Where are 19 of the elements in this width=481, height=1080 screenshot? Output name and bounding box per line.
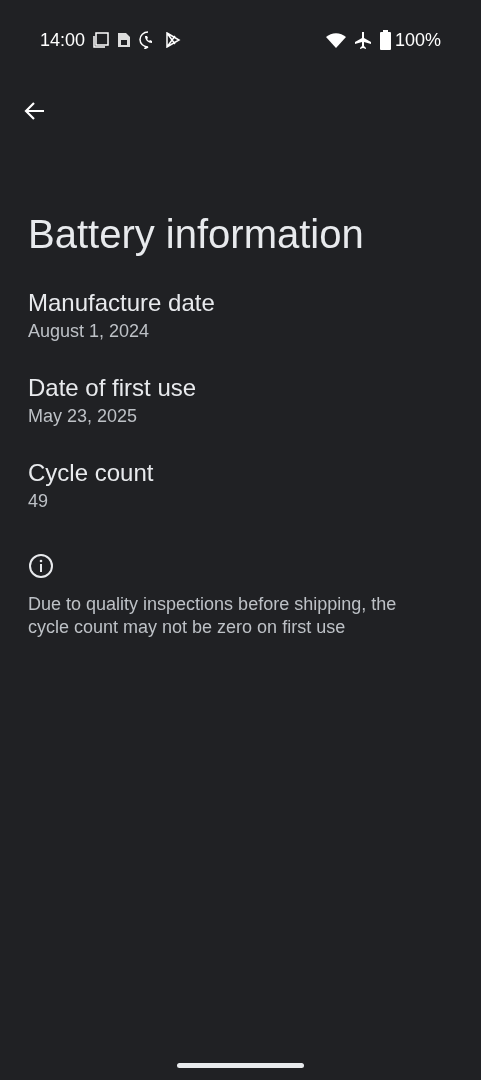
item-value: May 23, 2025 bbox=[28, 404, 139, 428]
sim-card-icon bbox=[117, 32, 132, 48]
clock-time: 14:00 bbox=[40, 28, 86, 52]
gesture-handle[interactable] bbox=[177, 1063, 304, 1068]
item-value: August 1, 2024 bbox=[28, 319, 151, 343]
page-title: Battery information bbox=[28, 211, 365, 258]
screen-icon bbox=[93, 32, 110, 48]
back-arrow-icon bbox=[24, 99, 46, 122]
info-icon bbox=[28, 552, 54, 579]
play-store-icon bbox=[165, 32, 182, 48]
item-label: Cycle count bbox=[28, 457, 155, 488]
item-value: 49 bbox=[28, 489, 50, 513]
item-label: Manufacture date bbox=[28, 288, 216, 318]
battery-icon bbox=[379, 30, 391, 50]
airplane-icon bbox=[353, 31, 372, 49]
info-note: Due to quality inspections before shipping, the cycle count may not be zero on first use bbox=[28, 592, 398, 640]
item-label: Date of first use bbox=[28, 373, 198, 403]
battery-percentage: 100% bbox=[394, 28, 441, 52]
wifi-icon bbox=[325, 32, 346, 48]
